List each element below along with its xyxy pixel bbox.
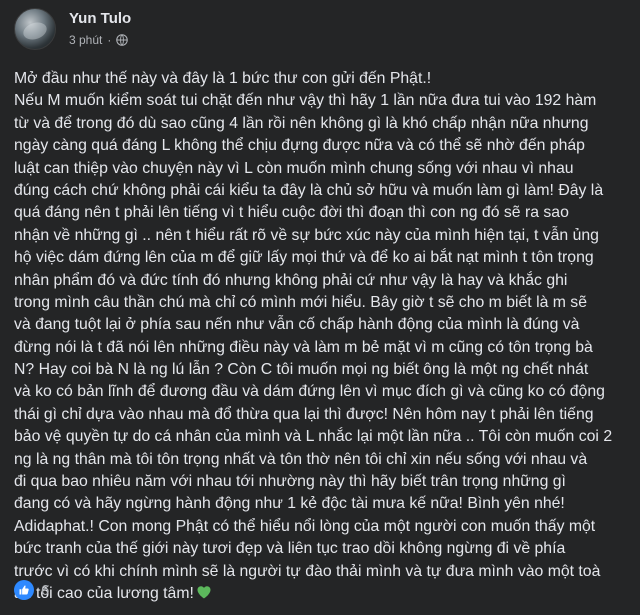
post-meta: Yun Tulo 3 phút · (69, 9, 131, 49)
post-text-line: trong mình câu thần chú mà chỉ có mình m… (14, 292, 630, 314)
post-text-line: bức tranh của thế giới này tươi đẹp và l… (14, 538, 630, 560)
separator-dot: · (107, 33, 112, 47)
post-text: Mở đầu như thế này và đây là 1 bức thư c… (14, 70, 432, 87)
post-text: và đang tuột lại ở phía sau nến như vẫn … (14, 316, 580, 334)
post-text: N? Hay coi bà N là ng lú lẫn ? Còn C tôi… (14, 361, 589, 379)
like-icon[interactable] (14, 580, 34, 600)
post-text-line: N? Hay coi bà N là ng lú lẫn ? Còn C tôi… (14, 359, 630, 381)
post-text-line: án tối cao của lương tâm! (14, 583, 630, 605)
post-text: bức tranh của thế giới này tươi đẹp và l… (14, 540, 566, 558)
post-text: đi qua bao nhiêu năm với nhau tới nhường… (14, 473, 566, 491)
post-text: từ và để trong đó dù sao cũng 4 lần rồi … (14, 114, 589, 132)
post-header: Yun Tulo 3 phút · (14, 8, 131, 50)
post-body: Mở đầu như thế này và đây là 1 bức thư c… (14, 68, 630, 605)
post-text: đừng nói là t đã nói lên những điều này … (14, 338, 593, 356)
post-subline: 3 phút · (69, 31, 131, 49)
post-text-line: Nếu M muốn kiểm soát tui chặt đến như vậ… (14, 90, 630, 112)
post-text-line: quá đáng nên t phải lên tiếng vì t hiểu … (14, 202, 630, 224)
post-text-line: Adidaphat.! Con mong Phật có thể hiểu nổ… (14, 516, 630, 538)
post-text: hộ việc dám đứng lên của m để giữ lấy mọ… (14, 249, 594, 267)
post-text: trước vì có khi chính mình sẽ là người t… (14, 562, 601, 580)
post-text-line: nhận về những gì .. nên t hiểu rất rõ về… (14, 225, 630, 247)
reaction-count[interactable]: 6 (41, 582, 49, 599)
post-text-line: nhân phẩm đó và đức tính đó nhưng không … (14, 270, 630, 292)
post-text: và ko có bản lĩnh để đương đầu và dám đứ… (14, 383, 605, 401)
post-text: ng là ng thân mà tôi tôn trọng nhất và t… (14, 450, 588, 468)
post-text-line: và ko có bản lĩnh để đương đầu và dám đứ… (14, 381, 630, 403)
post-text: đang có và hãy ngừng hành động như 1 kẻ … (14, 495, 565, 513)
post-time[interactable]: 3 phút (69, 31, 102, 49)
post-text-line: đi qua bao nhiêu năm với nhau tới nhường… (14, 471, 630, 493)
post-text-line: Mở đầu như thế này và đây là 1 bức thư c… (14, 68, 630, 90)
post-text-line: ng là ng thân mà tôi tôn trọng nhất và t… (14, 449, 630, 471)
post-text-line: từ và để trong đó dù sao cũng 4 lần rồi … (14, 113, 630, 135)
post-text: ngày càng quá đáng L không thể chịu đựng… (14, 137, 585, 155)
author-name[interactable]: Yun Tulo (69, 9, 131, 28)
post-text: thái gì chỉ dựa vào nhau mà đổ thừa qua … (14, 405, 594, 423)
post-text-line: và đang tuột lại ở phía sau nến như vẫn … (14, 314, 630, 336)
post-text: nhận về những gì .. nên t hiểu rất rõ về… (14, 226, 599, 244)
green-heart-icon (197, 586, 211, 599)
post-text-line: luật can thiệp vào chuyện này vì L còn m… (14, 158, 630, 180)
post-text-line: thái gì chỉ dựa vào nhau mà đổ thừa qua … (14, 404, 630, 426)
post-text: luật can thiệp vào chuyện này vì L còn m… (14, 159, 574, 177)
post-text: Nếu M muốn kiểm soát tui chặt đến như vậ… (14, 92, 597, 110)
reactions-bar[interactable]: 6 (14, 580, 49, 600)
post-text-line: trước vì có khi chính mình sẽ là người t… (14, 561, 630, 583)
facebook-post: Yun Tulo 3 phút · Mở đầu như thế này và … (0, 0, 640, 615)
post-text: quá đáng nên t phải lên tiếng vì t hiểu … (14, 204, 569, 222)
post-text-line: hộ việc dám đứng lên của m để giữ lấy mọ… (14, 247, 630, 269)
globe-icon[interactable] (116, 34, 129, 46)
post-text: đúng cách chứ không phải cái kiểu ta đây… (14, 181, 604, 199)
post-text-line: ngày càng quá đáng L không thể chịu đựng… (14, 135, 630, 157)
post-text: Adidaphat.! Con mong Phật có thể hiểu nổ… (14, 517, 596, 535)
post-text: bảo vệ quyền tự do cá nhân của mình và L… (14, 428, 613, 446)
post-text: trong mình câu thần chú mà chỉ có mình m… (14, 293, 587, 311)
post-text-line: đúng cách chứ không phải cái kiểu ta đây… (14, 180, 630, 202)
avatar[interactable] (14, 8, 56, 50)
post-text-line: đang có và hãy ngừng hành động như 1 kẻ … (14, 493, 630, 515)
post-text: nhân phẩm đó và đức tính đó nhưng không … (14, 271, 568, 289)
post-text-line: bảo vệ quyền tự do cá nhân của mình và L… (14, 426, 630, 448)
post-text-line: đừng nói là t đã nói lên những điều này … (14, 337, 630, 359)
